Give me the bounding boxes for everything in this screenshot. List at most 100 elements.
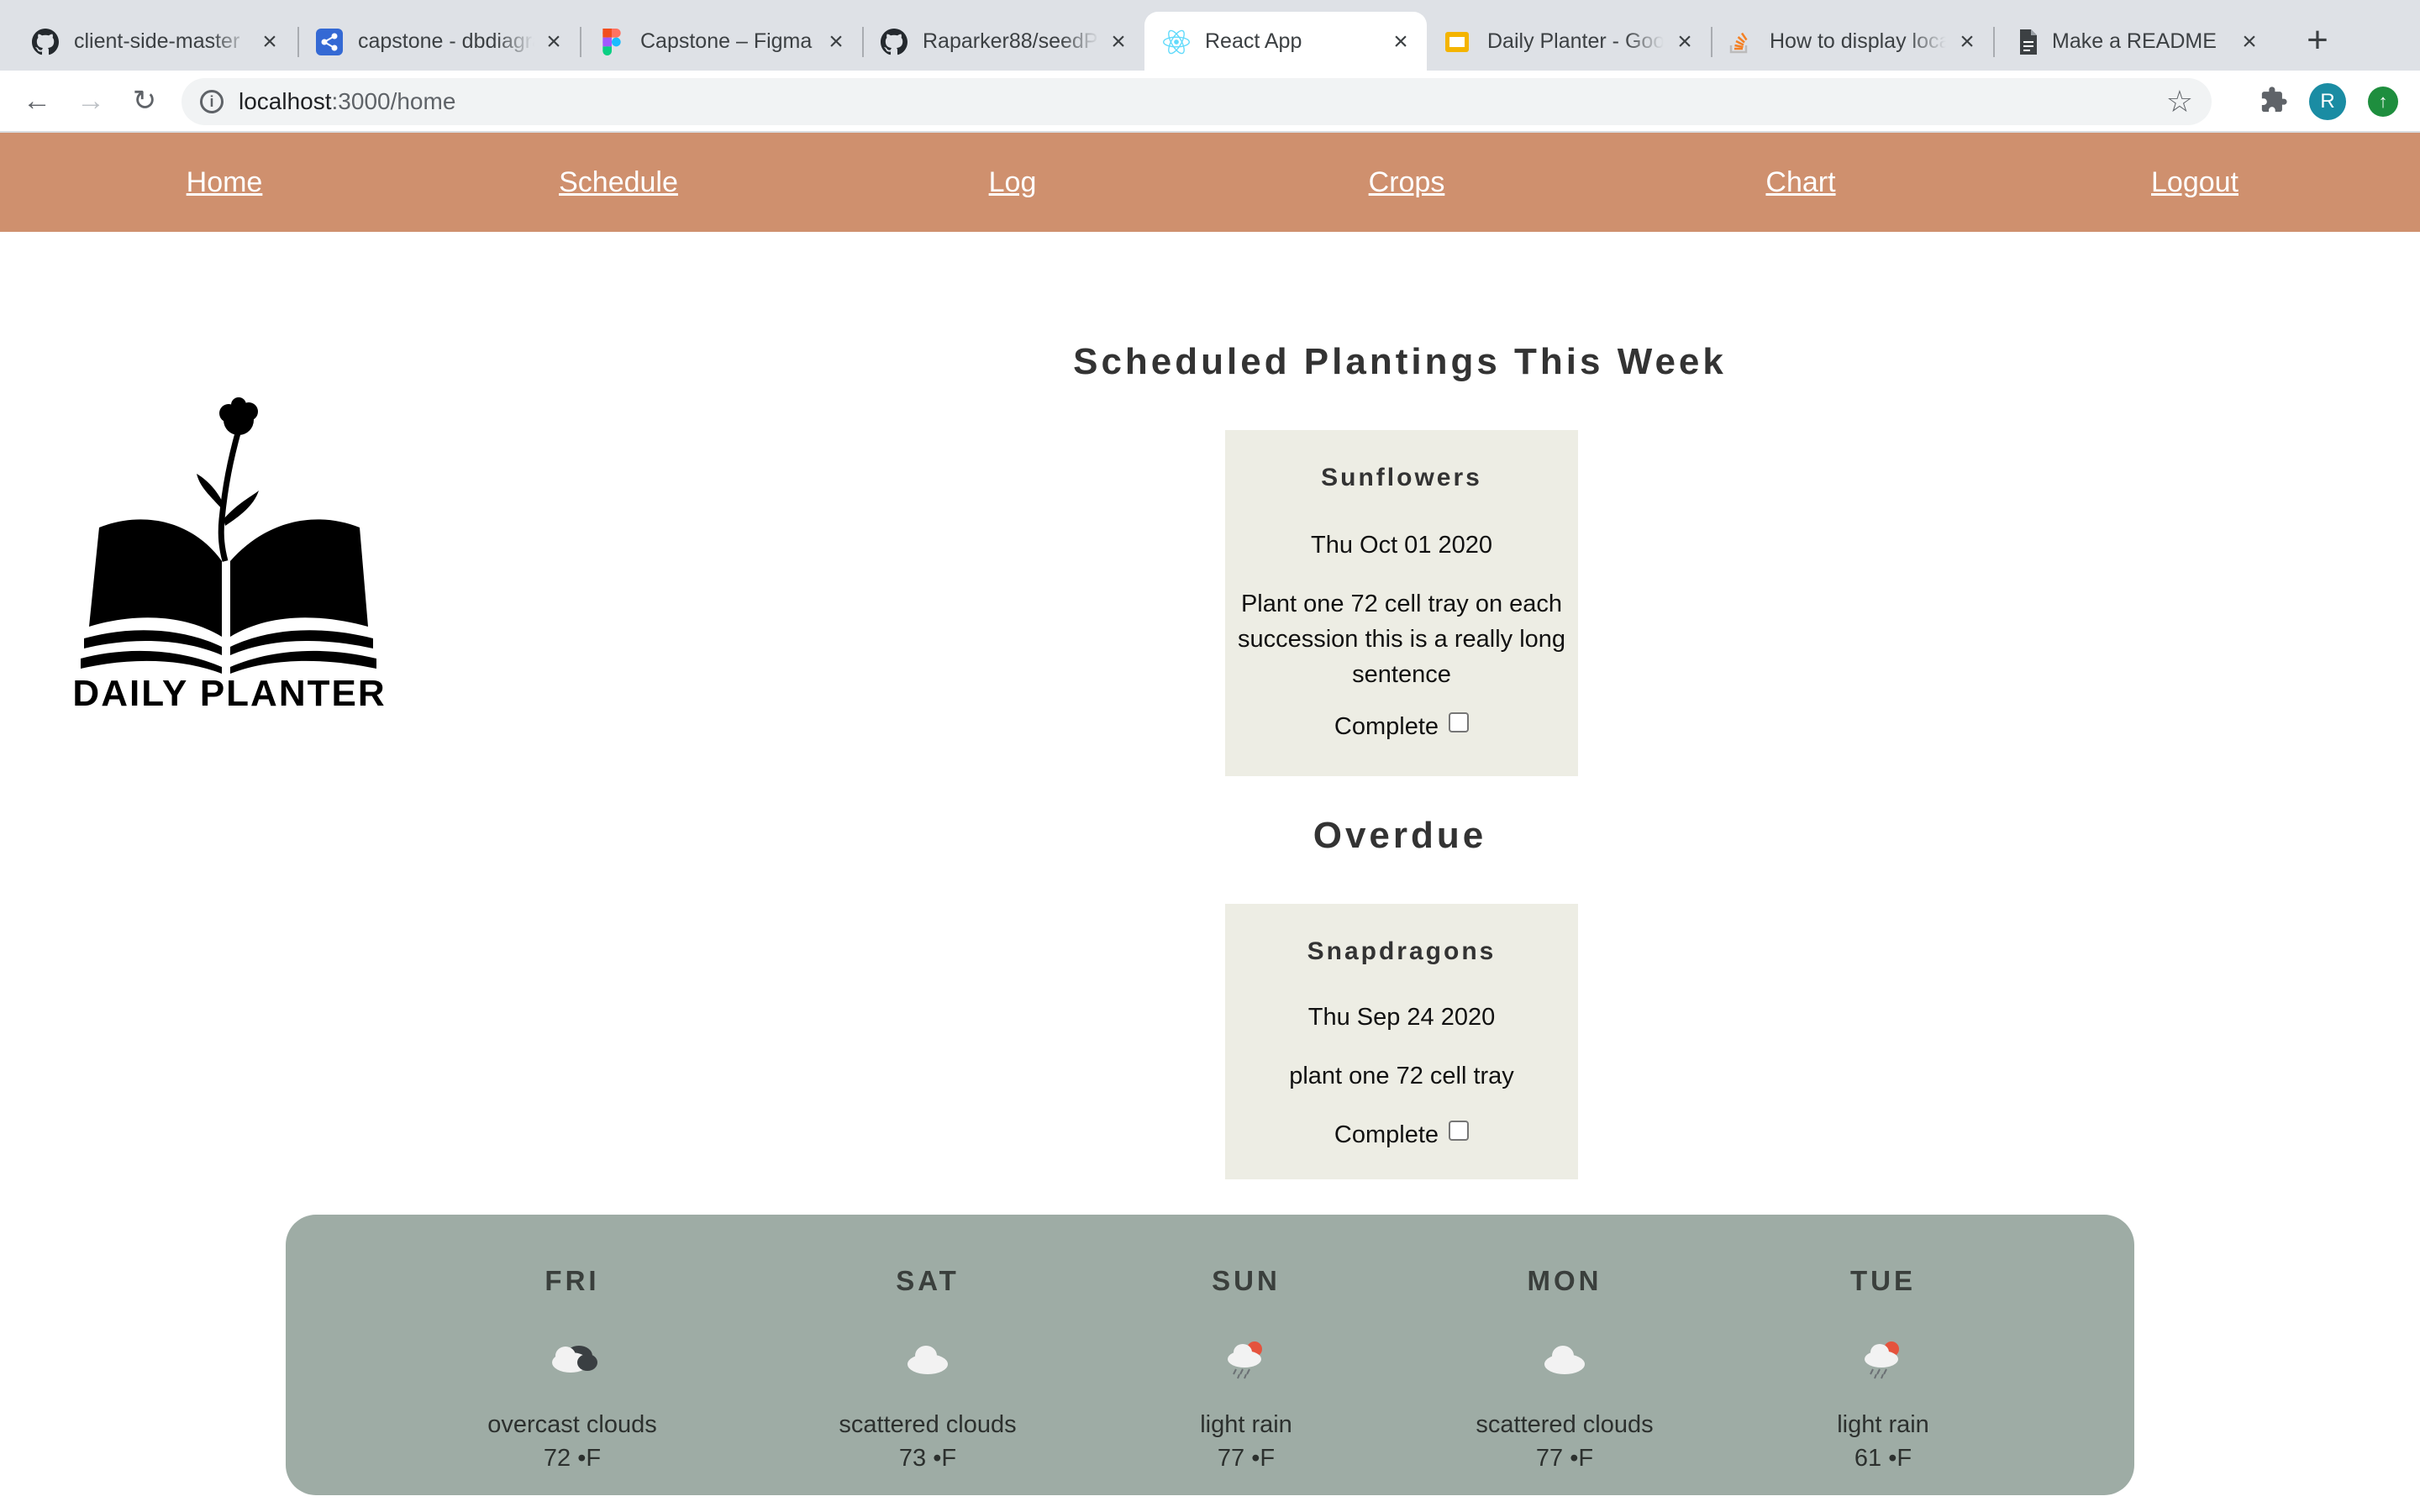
forecast-description: light rain: [1200, 1411, 1292, 1438]
browser-tab[interactable]: How to display local ×: [1711, 12, 1993, 71]
browser-tab[interactable]: Make a README ×: [1993, 12, 2275, 71]
tab-title: How to display local: [1770, 29, 1946, 53]
logo-text: DAILY PLANTER: [74, 673, 385, 712]
forecast-temperature: 73 •F: [898, 1445, 957, 1472]
complete-label: Complete: [1334, 713, 1439, 740]
complete-checkbox[interactable]: [1449, 1121, 1470, 1141]
forecast-temperature: 61 •F: [1854, 1445, 1912, 1472]
new-tab-button[interactable]: +: [2299, 22, 2336, 59]
update-arrow-icon[interactable]: ↑: [2368, 87, 2398, 117]
tab-title: capstone - dbdiagram: [358, 29, 534, 53]
forward-arrow-icon[interactable]: →: [72, 82, 109, 119]
forecast-day: TUE light rain 61 •F: [1732, 1215, 2034, 1495]
forecast-temperature: 77 •F: [1217, 1445, 1276, 1472]
slides-icon: [1445, 32, 1469, 52]
forecast-day-name: MON: [1527, 1265, 1602, 1296]
daily-planter-logo: DAILY PLANTER: [74, 397, 385, 712]
browser-tab-active[interactable]: React App ×: [1144, 12, 1427, 71]
forecast-description: light rain: [1837, 1411, 1929, 1438]
browser-tab[interactable]: Capstone – Figma ×: [566, 12, 860, 71]
github-icon: [881, 29, 908, 55]
forecast-day: MON scattered clouds 77 •F: [1413, 1215, 1716, 1495]
forecast-day: SAT scattered clouds 73 •F: [776, 1215, 1079, 1495]
forecast-day-name: SUN: [1212, 1265, 1281, 1296]
browser-tab-strip: client-side-master × capstone - dbdiagra…: [0, 0, 2420, 71]
note-line: Plant one 72 cell tray on each: [1240, 591, 1563, 617]
tab-title: React App: [1205, 29, 1302, 53]
overdue-section-title: Overdue: [1313, 815, 1487, 856]
forecast-day: SUN light rain 77 •F: [1095, 1215, 1397, 1495]
forecast-temperature: 72 •F: [543, 1445, 602, 1472]
close-icon[interactable]: ×: [1106, 29, 1131, 55]
nav-link-chart[interactable]: Chart: [1765, 133, 1835, 232]
nav-link-log[interactable]: Log: [989, 133, 1037, 232]
close-icon[interactable]: ×: [541, 29, 566, 55]
planting-card: Snapdragons Thu Sep 24 2020 plant one 72…: [1225, 904, 1578, 1179]
url-path: :3000/home: [331, 88, 456, 114]
complete-checkbox[interactable]: [1449, 712, 1470, 732]
forecast-description: scattered clouds: [1476, 1411, 1654, 1438]
extensions-puzzle-icon[interactable]: [2257, 86, 2291, 119]
complete-row: Complete: [1225, 1117, 1578, 1152]
github-icon: [32, 29, 59, 55]
url-text[interactable]: localhost:3000/home: [239, 78, 455, 125]
tab-title: Make a README: [2052, 29, 2217, 53]
note-line: succession this is a really long: [1237, 626, 1566, 653]
close-icon[interactable]: ×: [257, 29, 282, 55]
tab-title: Raparker88/seedP: [923, 29, 1098, 53]
nav-link-logout[interactable]: Logout: [2151, 133, 2238, 232]
forecast-day-name: TUE: [1850, 1265, 1916, 1296]
forecast-day-name: FRI: [544, 1265, 600, 1296]
bookmark-star-icon[interactable]: ☆: [2166, 85, 2193, 118]
app-nav-bar: Home Schedule Log Crops Chart Logout: [0, 133, 2420, 232]
crop-name: Snapdragons: [1307, 937, 1497, 965]
close-icon[interactable]: ×: [2237, 29, 2262, 55]
planting-card: Sunflowers Thu Oct 01 2020 Plant one 72 …: [1225, 430, 1578, 776]
browser-tab[interactable]: client-side-master ×: [0, 12, 294, 71]
weather-forecast-panel: FRI overcast clouds 72 •F SAT scattered …: [286, 1215, 2134, 1495]
back-arrow-icon[interactable]: ←: [18, 82, 55, 119]
close-icon[interactable]: ×: [1672, 29, 1697, 55]
browser-toolbar: ← → ↻ i localhost:3000/home ☆ R ↑: [0, 71, 2420, 133]
scheduled-section-title: Scheduled Plantings This Week: [1073, 341, 1727, 382]
nav-link-home[interactable]: Home: [187, 133, 263, 232]
document-icon: [2020, 29, 2037, 55]
tab-title: Capstone – Figma: [640, 29, 813, 53]
overcast-clouds-icon: [552, 1346, 597, 1373]
profile-avatar[interactable]: R: [2309, 83, 2346, 120]
forecast-description: overcast clouds: [487, 1411, 657, 1438]
close-icon[interactable]: ×: [823, 29, 849, 55]
light-rain-icon: [1865, 1341, 1899, 1379]
complete-row: Complete: [1225, 709, 1578, 744]
forecast-temperature: 77 •F: [1535, 1445, 1594, 1472]
browser-tab[interactable]: Raparker88/seedP ×: [849, 12, 1143, 71]
forecast-description: scattered clouds: [839, 1411, 1017, 1438]
planting-date: Thu Oct 01 2020: [1310, 532, 1493, 559]
react-icon: [1163, 29, 1190, 55]
stackoverflow-icon: [1729, 32, 1748, 54]
browser-tab[interactable]: Daily Planter - Google ×: [1428, 12, 1711, 71]
tab-title: client-side-master: [74, 29, 240, 53]
note-line: plant one 72 cell tray: [1289, 1063, 1514, 1089]
share-icon: [316, 29, 343, 55]
nav-link-schedule[interactable]: Schedule: [559, 133, 678, 232]
complete-label: Complete: [1334, 1121, 1439, 1148]
address-bar[interactable]: i localhost:3000/home ☆: [182, 78, 2212, 125]
light-rain-icon: [1228, 1341, 1262, 1379]
scattered-clouds-icon: [1544, 1346, 1585, 1374]
figma-icon: [602, 29, 621, 55]
forecast-day: FRI overcast clouds 72 •F: [421, 1215, 723, 1495]
forecast-day-name: SAT: [896, 1265, 960, 1296]
info-icon[interactable]: i: [200, 90, 224, 113]
close-icon[interactable]: ×: [1954, 29, 1980, 55]
tab-title: Daily Planter - Google: [1487, 29, 1664, 53]
nav-link-crops[interactable]: Crops: [1369, 133, 1445, 232]
browser-tab[interactable]: capstone - dbdiagram ×: [284, 12, 578, 71]
scattered-clouds-icon: [908, 1346, 948, 1374]
reload-icon[interactable]: ↻: [126, 82, 163, 119]
planting-date: Thu Sep 24 2020: [1307, 1004, 1496, 1031]
planting-note: plant one 72 cell tray: [1225, 1058, 1578, 1094]
url-host: localhost: [239, 88, 332, 114]
crop-name: Sunflowers: [1321, 464, 1482, 491]
close-icon[interactable]: ×: [1388, 29, 1413, 55]
